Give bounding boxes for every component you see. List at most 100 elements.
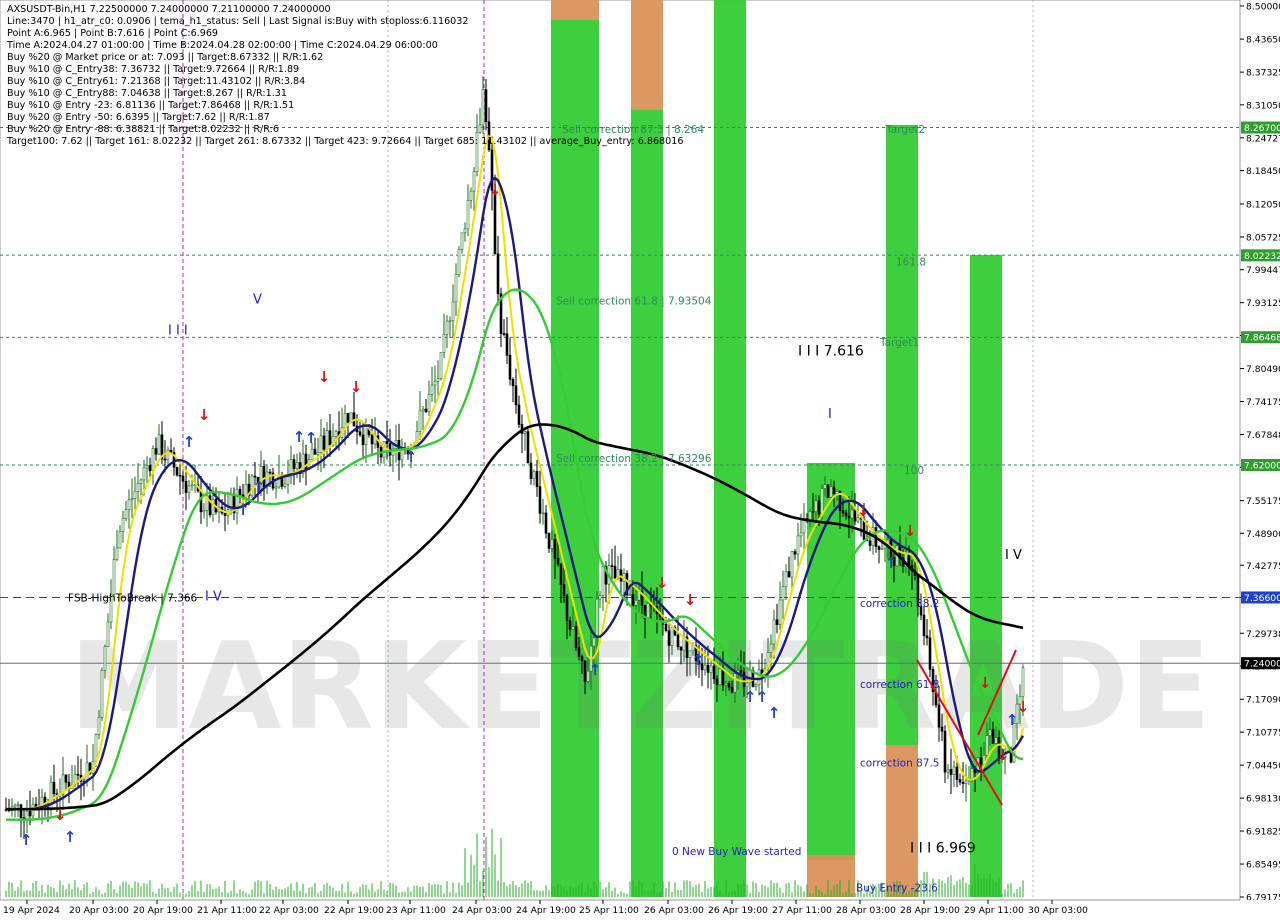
time-tick-label: 25 Apr 11:00 [579, 905, 639, 916]
price-tick-label: 7.48900 [1246, 529, 1280, 540]
candle-body [181, 475, 185, 482]
candle-body [790, 551, 794, 578]
candle-body [979, 757, 983, 765]
candle-body [706, 664, 710, 673]
candle-body [943, 730, 947, 773]
candle-body [778, 599, 782, 625]
zone-band [551, 0, 599, 20]
level-label: correction 38.2 [860, 598, 939, 610]
candle-body [550, 539, 554, 549]
candle-body [514, 385, 518, 406]
candle-body [28, 811, 32, 817]
price-badge-label: 7.86468 [1244, 333, 1280, 344]
price-chart[interactable]: MARKETZITRADE ↑ ↑ ↑ ↑ ↑ ↑ ↑ ↑ ↑ ↑ ↑ ↑ ↑ ↑ ↑ ↓ ↓ ↓ ↓ ↓ ↓ ↓ ↓ ↓ ↓ ↓… [0, 0, 1280, 920]
candle-body [832, 486, 836, 494]
candle-body [253, 475, 257, 478]
price-tick-label: 8.31050 [1246, 100, 1280, 111]
level-label: Target2 [885, 124, 925, 136]
time-tick-label: 22 Apr 03:00 [259, 905, 319, 916]
candle-body [739, 670, 743, 673]
wave-label: I I I 6.969 [910, 841, 976, 857]
candle-body [511, 379, 515, 387]
candle-body [949, 769, 953, 775]
candle-body [157, 434, 161, 455]
sell-arrow-icon: ↓ [857, 502, 870, 520]
candle-body [598, 595, 602, 600]
candle-body [115, 547, 119, 560]
time-tick-label: 20 Apr 03:00 [69, 905, 129, 916]
buy-arrow-icon: ↑ [744, 688, 757, 706]
zone-band [970, 255, 1002, 897]
candle-body [958, 779, 962, 783]
info-line: AXSUSDT-Bin,H1 7.22500000 7.24000000 7.2… [7, 4, 331, 15]
price-tick-label: 7.29738 [1246, 629, 1280, 640]
time-tick-label: 22 Apr 19:00 [324, 905, 384, 916]
candle-body [448, 320, 452, 323]
candle-body [811, 511, 815, 513]
candle-body [529, 462, 533, 479]
candle-body [472, 171, 476, 192]
price-tick-label: 7.04450 [1246, 761, 1280, 772]
price-badge-label: 8.26700 [1244, 123, 1280, 134]
candle-body [907, 553, 911, 566]
candle-body [151, 448, 155, 472]
candle-body [988, 729, 992, 736]
candle-body [178, 474, 182, 477]
info-line: Buy %10 @ C_Entry38: 7.36732 || Target:9… [7, 64, 299, 75]
candle-body [787, 571, 791, 578]
candle-body [955, 766, 959, 780]
candle-body [868, 540, 872, 546]
candle-body [850, 509, 854, 519]
candle-body [424, 408, 428, 413]
candle-body [745, 682, 749, 688]
candle-body [295, 462, 299, 469]
candle-body [592, 637, 596, 647]
candle-body [184, 481, 188, 493]
time-tick-label: 26 Apr 03:00 [644, 905, 704, 916]
candle-body [466, 200, 470, 230]
candle-body [127, 499, 131, 511]
candle-body [457, 249, 461, 275]
buy-arrow-icon: ↑ [253, 478, 266, 496]
candle-body [583, 660, 587, 682]
candle-body [829, 486, 833, 498]
candle-body [769, 643, 773, 654]
candle-body [199, 490, 203, 513]
sell-arrow-icon: ↓ [318, 368, 331, 386]
candle-body [724, 683, 728, 686]
candle-body [676, 634, 680, 648]
candle-body [451, 301, 455, 322]
candle-body [208, 495, 212, 516]
buy-arrow-icon: ↑ [405, 448, 418, 466]
candle-body [85, 762, 89, 783]
buy-arrow-icon: ↑ [20, 831, 33, 849]
candle-body [64, 774, 68, 783]
wave-label: V [253, 292, 262, 307]
time-tick-label: 28 Apr 03:00 [836, 905, 896, 916]
chart-canvas[interactable]: MARKETZITRADE ↑ ↑↑↑↑↑ ↑↑↑↑↑ ↑↑↑↑↓↓↓↓↓↓↓↓↓↓↓… [0, 0, 1280, 920]
info-line: Buy %10 @ C_Entry61: 7.21368 || Target:1… [7, 76, 305, 87]
sell-arrow-icon: ↓ [54, 806, 67, 824]
level-label: correction 87.5 [860, 757, 939, 769]
time-tick-label: 29 Apr 11:00 [964, 905, 1024, 916]
candle-body [559, 563, 563, 585]
wave-label: I I I 7.616 [798, 343, 864, 359]
candle-body [430, 384, 434, 395]
candle-body [841, 510, 845, 514]
candle-body [445, 320, 449, 335]
info-line: Buy %10 @ Entry -23: 6.81136 || Target:7… [7, 100, 294, 111]
candle-body [319, 435, 323, 453]
candle-body [718, 668, 722, 685]
candle-body [283, 483, 287, 487]
candle-body [556, 557, 560, 565]
sell-arrow-icon: ↓ [979, 674, 992, 692]
candle-body [667, 630, 671, 646]
price-tick-label: 6.91825 [1246, 827, 1280, 838]
level-label: 100 [904, 465, 924, 477]
candle-body [733, 673, 737, 693]
candle-body [505, 333, 509, 356]
candle-body [493, 190, 497, 255]
candle-body [94, 733, 98, 762]
candle-body [16, 804, 20, 807]
candle-body [100, 669, 104, 718]
